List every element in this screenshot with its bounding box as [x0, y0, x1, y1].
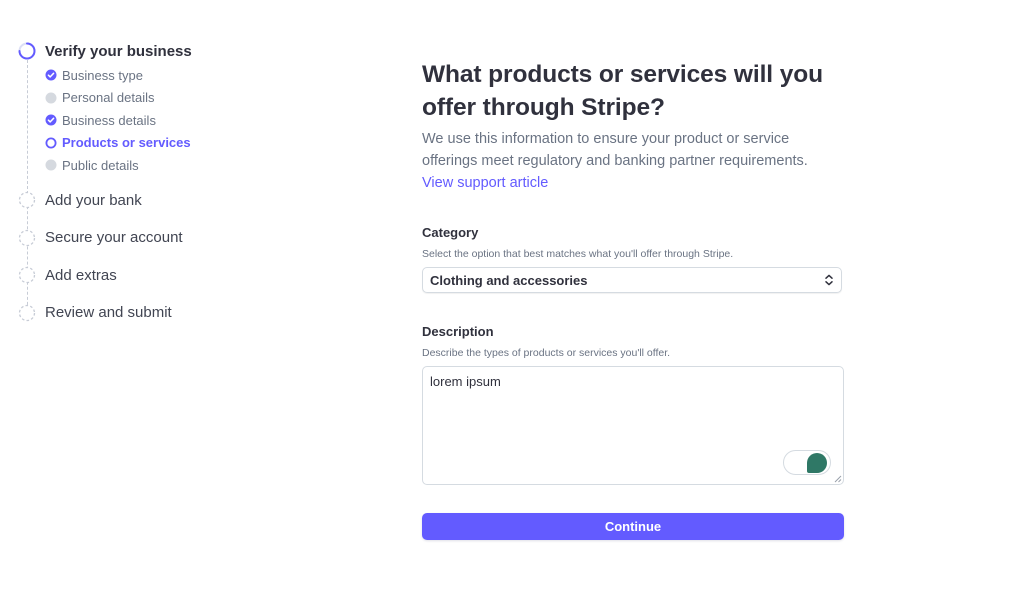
- onboarding-page: Verify your business Business type Perso…: [0, 0, 1024, 601]
- substep-label: Products or services: [62, 135, 191, 151]
- description-value: lorem ipsum: [430, 374, 501, 389]
- category-selected-value: Clothing and accessories: [430, 272, 588, 288]
- grammar-assistant-icon: [807, 453, 827, 473]
- chevron-up-down-icon: [825, 274, 833, 286]
- substep-label: Public details: [62, 157, 139, 173]
- page-title: What products or services will you offer…: [422, 61, 823, 121]
- substep-list: Business type Personal details Business …: [18, 64, 278, 177]
- gray-dot-icon: [45, 92, 57, 104]
- dashed-circle-icon: [18, 304, 36, 321]
- dashed-circle-icon: [18, 267, 36, 284]
- substep-label: Business details: [62, 112, 156, 128]
- category-select[interactable]: Clothing and accessories: [422, 267, 842, 293]
- substep-label: Business type: [62, 67, 143, 83]
- step-review-and-submit[interactable]: Review and submit: [18, 294, 278, 332]
- description-help-text: Describe the types of products or servic…: [422, 347, 671, 359]
- substep-products-or-services[interactable]: Products or services: [45, 132, 278, 155]
- check-circle-icon: [45, 114, 57, 126]
- ring-icon: [45, 137, 57, 149]
- step-secure-your-account[interactable]: Secure your account: [18, 219, 278, 257]
- step-label: Add your bank: [45, 191, 142, 209]
- dashed-circle-icon: [18, 229, 36, 246]
- substep-business-details[interactable]: Business details: [45, 109, 278, 132]
- step-label: Review and submit: [45, 304, 172, 322]
- step-add-your-bank[interactable]: Add your bank: [18, 182, 278, 220]
- progress-sidebar: Verify your business Business type Perso…: [18, 40, 278, 332]
- step-verify-business[interactable]: Verify your business: [18, 40, 278, 62]
- description-textarea[interactable]: lorem ipsum: [422, 366, 844, 485]
- dashed-circle-icon: [18, 192, 36, 209]
- substep-label: Personal details: [62, 90, 155, 106]
- substep-personal-details[interactable]: Personal details: [45, 87, 278, 110]
- continue-button[interactable]: Continue: [422, 513, 844, 540]
- category-help-text: Select the option that best matches what…: [422, 248, 734, 260]
- products-form: What products or services will you offer…: [422, 58, 844, 540]
- progress-ring-icon: [18, 42, 36, 60]
- intro-text: We use this information to ensure your p…: [422, 131, 808, 169]
- step-label: Secure your account: [45, 229, 183, 247]
- resize-handle-icon[interactable]: [834, 475, 842, 483]
- substep-public-details[interactable]: Public details: [45, 154, 278, 177]
- description-field: Description Describe the types of produc…: [422, 324, 844, 485]
- category-label: Category: [422, 225, 479, 240]
- grammar-assistant-button[interactable]: [783, 450, 831, 475]
- step-add-extras[interactable]: Add extras: [18, 257, 278, 295]
- gray-dot-icon: [45, 159, 57, 171]
- description-label: Description: [422, 324, 494, 339]
- substep-business-type[interactable]: Business type: [45, 64, 278, 87]
- check-circle-icon: [45, 69, 57, 81]
- step-label: Verify your business: [45, 42, 192, 60]
- support-article-link[interactable]: View support article: [422, 172, 548, 194]
- step-label: Add extras: [45, 266, 117, 284]
- category-field: Category Select the option that best mat…: [422, 225, 844, 293]
